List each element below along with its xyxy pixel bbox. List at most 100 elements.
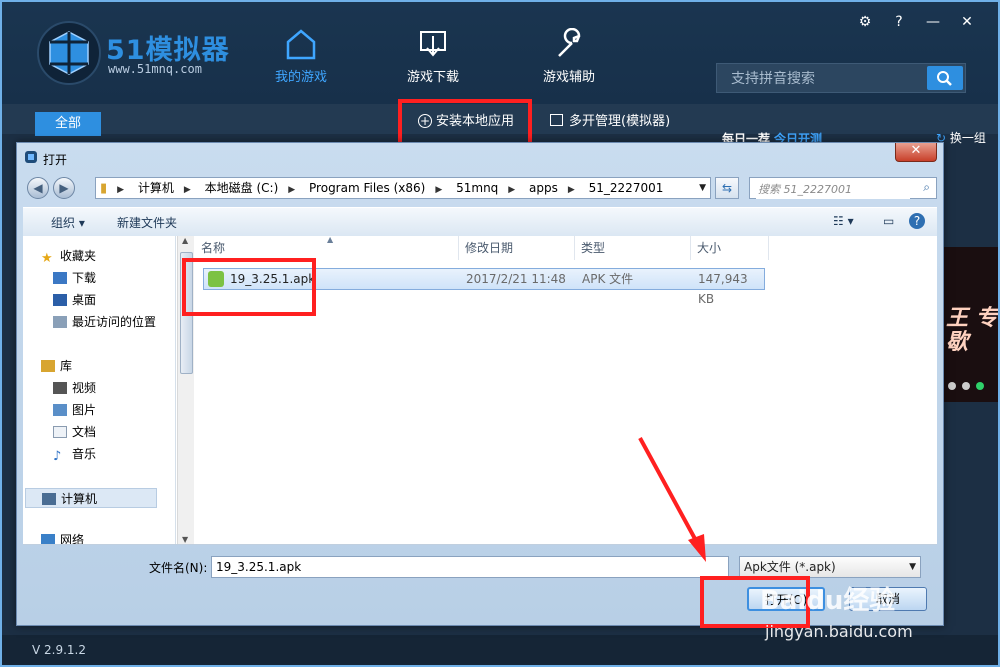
tab-all[interactable]: 全部 (35, 112, 101, 136)
dialog-content: ★ 收藏夹 下载 桌面 最近访问的位置 库 视频 图片 文档 ♪ 音乐 计算机 网络… (23, 235, 937, 545)
path-separator: ▶ (508, 185, 516, 195)
star-icon: ★ (41, 251, 53, 266)
path-separator: ▶ (435, 185, 443, 195)
sidebar-item-desktop[interactable]: 桌面 (53, 290, 96, 310)
help-icon[interactable]: ? (909, 213, 925, 229)
search-button[interactable] (927, 66, 963, 90)
sidebar-item-label: 文档 (72, 425, 97, 439)
path-segment[interactable]: 计算机 (138, 178, 174, 198)
banner-dots (948, 379, 990, 393)
sort-ascending-icon: ▲ (327, 235, 334, 244)
path-segment[interactable]: apps (529, 178, 558, 198)
path-separator: ▶ (288, 185, 296, 195)
nav-my-games[interactable]: 我的游戏 (256, 28, 346, 85)
organize-button[interactable]: 组织 ▾ (51, 214, 85, 231)
path-segment[interactable]: 本地磁盘 (C:) (205, 178, 279, 198)
multi-open-manager-button[interactable]: 多开管理(模拟器) (550, 112, 670, 132)
sidebar-item-label: 计算机 (61, 492, 98, 506)
view-options-icon[interactable]: ☷ ▾ (833, 214, 854, 228)
help-icon[interactable]: ? (882, 14, 916, 30)
navigation-scrollbar[interactable]: ▲ ▼ (177, 236, 194, 544)
column-header-size[interactable]: 大小 (691, 236, 769, 260)
sidebar-item-documents[interactable]: 文档 (53, 422, 96, 442)
filetype-select[interactable]: Apk文件 (*.apk) ▼ (739, 556, 921, 578)
sidebar-item-label: 网络 (60, 533, 85, 544)
pictures-icon (53, 404, 67, 416)
dialog-close-button[interactable]: ✕ (895, 143, 937, 162)
file-list: 名称 ▲ 修改日期 类型 大小 19_3.25.1.apk 2017/2/21 1… (195, 235, 937, 544)
watermark-url: jingyan.baidu.com (765, 622, 913, 641)
column-header-modified[interactable]: 修改日期 (459, 236, 575, 260)
path-separator: ▶ (183, 185, 191, 195)
scroll-down-icon[interactable]: ▼ (182, 535, 188, 544)
nav-label: 游戏下载 (406, 70, 459, 85)
banner-text: 王 专歇 (946, 306, 998, 355)
sidebar-item-label: 下载 (72, 271, 97, 285)
wrench-icon (558, 28, 581, 57)
column-header-name[interactable]: 名称 ▲ (195, 235, 459, 260)
path-segment[interactable]: Program Files (x86) (309, 178, 425, 198)
brand-url: www.51mnq.com (108, 62, 202, 76)
minimize-icon[interactable]: — (916, 14, 950, 30)
app-search-input[interactable] (717, 64, 941, 94)
address-bar[interactable]: ▮ ▶ 计算机 ▶ 本地磁盘 (C:) ▶ Program Files (x86) ▶ … (95, 177, 711, 199)
search-icon[interactable]: ⌕ (923, 180, 930, 195)
app-cube-icon (25, 151, 37, 163)
settings-icon[interactable]: ⚙ (848, 14, 882, 30)
back-arrow-icon: ◀ (33, 181, 43, 195)
sidebar-item-favorites[interactable]: ★ 收藏夹 (41, 246, 96, 266)
music-icon: ♪ (53, 449, 62, 464)
path-segment[interactable]: 51_2227001 (589, 178, 664, 198)
refresh-folder-button[interactable]: ⇆ (715, 177, 739, 199)
logo-cube-icon (37, 21, 101, 85)
file-type: APK 文件 (582, 272, 634, 286)
documents-icon (53, 426, 67, 438)
column-label: 类型 (581, 241, 606, 255)
column-label: 大小 (697, 241, 722, 255)
back-button[interactable]: ◀ (27, 177, 49, 199)
sidebar-item-library[interactable]: 库 (41, 356, 72, 376)
path-segment[interactable]: 51mnq (456, 178, 498, 198)
sidebar-item-pictures[interactable]: 图片 (53, 400, 96, 420)
forward-button[interactable]: ▶ (53, 177, 75, 199)
search-icon (937, 71, 952, 86)
apk-file-icon (208, 271, 224, 287)
address-dropdown-icon[interactable]: ▼ (699, 178, 706, 198)
nav-game-helper[interactable]: 游戏辅助 (524, 28, 614, 85)
sidebar-item-downloads[interactable]: 下载 (53, 268, 96, 288)
close-icon[interactable]: ✕ (950, 14, 984, 30)
banner-dot[interactable] (962, 382, 970, 390)
sidebar-item-recent[interactable]: 最近访问的位置 (53, 312, 156, 332)
new-folder-button[interactable]: 新建文件夹 (117, 214, 177, 231)
column-header-type[interactable]: 类型 (575, 236, 691, 260)
preview-pane-icon[interactable]: ▭ (883, 214, 894, 228)
column-label: 名称 (201, 241, 226, 255)
download-icon (420, 31, 446, 57)
install-local-app-button[interactable]: + 安装本地应用 (418, 112, 514, 132)
tab-bar: 全部 + 安装本地应用 多开管理(模拟器) (2, 104, 998, 136)
network-icon (41, 534, 55, 544)
app-header: 51模拟器 www.51mnq.com 我的游戏 游戏下载 游戏辅助 ⚙? — ✕ (2, 2, 998, 104)
file-row[interactable]: 19_3.25.1.apk 2017/2/21 11:48 APK 文件 147… (203, 268, 765, 306)
filename-input[interactable] (211, 556, 729, 578)
promo-banner[interactable]: 王 专歇 (940, 247, 998, 402)
refresh-batch-label: 换一组 (949, 131, 986, 145)
navigation-pane: ★ 收藏夹 下载 桌面 最近访问的位置 库 视频 图片 文档 ♪ 音乐 计算机 网络 (23, 236, 176, 544)
sidebar-item-videos[interactable]: 视频 (53, 378, 96, 398)
banner-dot-active[interactable] (976, 382, 984, 390)
scrollbar-thumb[interactable] (180, 252, 193, 374)
file-name: 19_3.25.1.apk (230, 272, 316, 286)
sidebar-item-computer[interactable]: 计算机 (25, 488, 157, 508)
sidebar-item-label: 收藏夹 (60, 249, 97, 263)
banner-dot[interactable] (948, 382, 956, 390)
forward-arrow-icon: ▶ (59, 181, 69, 195)
version-label: V 2.9.1.2 (32, 643, 87, 657)
nav-game-download[interactable]: 游戏下载 (388, 28, 478, 85)
sidebar-item-label: 库 (60, 359, 73, 373)
sidebar-item-music[interactable]: ♪ 音乐 (53, 444, 96, 464)
recent-places-icon (53, 316, 67, 328)
sidebar-item-network[interactable]: 网络 (41, 530, 84, 544)
address-row: ◀ ▶ ▮ ▶ 计算机 ▶ 本地磁盘 (C:) ▶ Program Files (x8… (25, 175, 937, 201)
scroll-up-icon[interactable]: ▲ (182, 236, 188, 245)
folder-search-input[interactable] (756, 179, 910, 199)
